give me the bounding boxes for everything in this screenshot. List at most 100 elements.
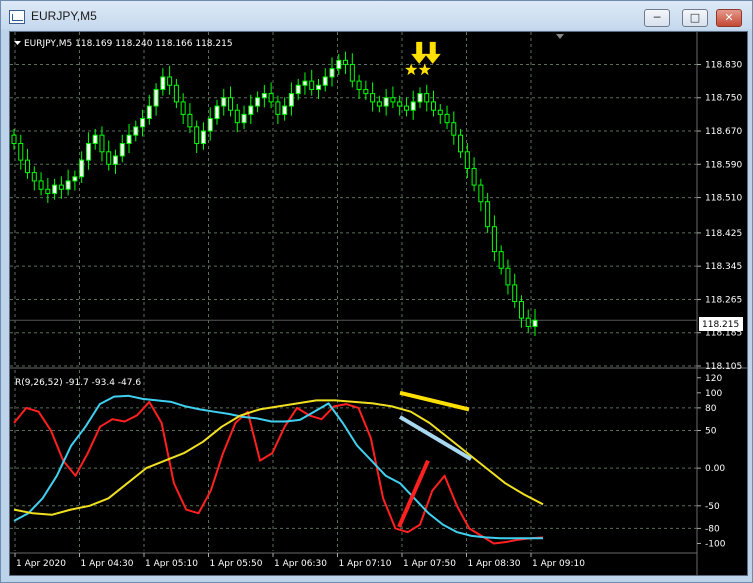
level-label: -50 — [705, 502, 720, 512]
bull-candle — [417, 93, 423, 103]
bear-candle — [397, 101, 403, 107]
time-label: 1 Apr 07:10 — [339, 559, 392, 569]
bull-candle — [383, 97, 389, 107]
bull-candle — [65, 180, 71, 190]
level-label: 50 — [705, 426, 717, 436]
main-chart-grid — [10, 32, 697, 367]
bear-candle — [363, 88, 369, 95]
bear-candle — [167, 76, 173, 86]
down-arrow-icon — [411, 41, 428, 64]
bull-candle — [282, 105, 288, 115]
bear-candle — [180, 101, 186, 115]
price-label: 118.345 — [705, 262, 742, 272]
bear-candle — [525, 317, 531, 327]
bear-candle — [444, 113, 450, 124]
bear-candle — [498, 251, 504, 269]
restore-button[interactable]: □ — [682, 9, 708, 27]
bull-candle — [295, 84, 301, 95]
bull-candle — [261, 93, 267, 99]
price-label: 118.670 — [705, 127, 742, 137]
close-button[interactable]: ✕ — [716, 9, 742, 27]
bull-candle — [410, 101, 416, 111]
star-icon — [418, 63, 431, 76]
bull-candle — [85, 142, 91, 161]
bear-candle — [106, 151, 112, 165]
current-price-label: 118.215 — [702, 320, 739, 330]
indicator-header: R(9,26,52) -91.7 -93.4 -47.6 — [15, 378, 141, 388]
price-label: 118.105 — [705, 362, 742, 372]
chart-window-icon — [9, 10, 25, 24]
bear-candle — [485, 201, 491, 228]
bull-candle — [255, 97, 261, 107]
main-chart-header: EURJPY,M5 118.169 118.240 118.166 118.21… — [24, 39, 233, 49]
candles — [11, 51, 538, 337]
bull-candle — [315, 84, 321, 90]
bear-candle — [376, 101, 382, 107]
chart-area[interactable]: EURJPY,M5 118.169 118.240 118.166 118.21… — [9, 31, 748, 576]
chart-window: EURJPY,M5 ─ □ ✕ EURJPY,M5 118.169 118.24… — [0, 0, 753, 583]
r52-line — [13, 399, 544, 516]
bear-candle — [187, 113, 193, 128]
blue-trendline[interactable] — [398, 415, 473, 461]
bear-candle — [431, 101, 437, 111]
time-label: 1 Apr 04:30 — [81, 559, 134, 569]
bear-candle — [512, 284, 518, 303]
bear-candle — [58, 184, 64, 190]
minimize-button[interactable]: ─ — [644, 9, 670, 27]
bear-candle — [390, 97, 396, 103]
down-arrow-icon — [424, 41, 441, 64]
time-label: 1 Apr 06:30 — [274, 559, 327, 569]
yellow-trendline[interactable] — [399, 390, 470, 412]
bull-candle — [221, 97, 227, 107]
shift-marker-icon[interactable] — [556, 34, 564, 39]
bull-candle — [92, 134, 98, 144]
bear-candle — [173, 84, 179, 103]
bull-candle — [153, 88, 159, 107]
bull-candle — [329, 68, 335, 78]
bear-candle — [505, 267, 511, 286]
time-label: 1 Apr 2020 — [16, 559, 66, 569]
title-bar[interactable]: EURJPY,M5 ─ □ ✕ — [1, 1, 752, 31]
time-label: 1 Apr 08:30 — [468, 559, 521, 569]
bull-candle — [140, 118, 146, 128]
level-label: 100 — [705, 389, 722, 399]
bull-candle — [133, 126, 139, 136]
bull-candle — [160, 76, 166, 90]
level-label: -100 — [705, 539, 726, 549]
bull-candle — [302, 80, 308, 86]
price-label: 118.750 — [705, 94, 742, 104]
level-label: 120 — [705, 374, 722, 384]
time-label: 1 Apr 09:10 — [532, 559, 585, 569]
chart-canvas[interactable]: EURJPY,M5 118.169 118.240 118.166 118.21… — [10, 32, 747, 575]
drawn-trendlines[interactable] — [397, 390, 473, 528]
bear-candle — [228, 97, 234, 111]
bull-candle — [336, 59, 342, 70]
bear-candle — [275, 101, 281, 115]
bear-candle — [31, 172, 37, 182]
bull-candle — [288, 93, 294, 107]
bull-candle — [248, 105, 254, 115]
bull-candle — [214, 105, 220, 120]
bull-candle — [207, 118, 213, 132]
bear-candle — [38, 180, 44, 190]
bear-candle — [11, 134, 17, 144]
bull-candle — [200, 130, 206, 144]
bear-candle — [268, 93, 274, 103]
time-label: 1 Apr 05:50 — [210, 559, 263, 569]
bear-candle — [518, 301, 524, 319]
bear-candle — [349, 63, 355, 82]
bear-candle — [370, 93, 376, 103]
star-icon — [405, 63, 418, 76]
bear-candle — [99, 134, 105, 153]
price-label: 118.590 — [705, 160, 742, 170]
bear-candle — [458, 134, 464, 153]
bear-candle — [234, 109, 240, 124]
bull-candle — [322, 76, 328, 86]
bull-candle — [126, 134, 132, 144]
bear-candle — [343, 59, 349, 65]
time-label: 1 Apr 05:10 — [145, 559, 198, 569]
bear-candle — [25, 159, 31, 174]
bear-candle — [478, 184, 484, 203]
bear-candle — [403, 105, 409, 111]
price-label: 118.830 — [705, 60, 742, 70]
